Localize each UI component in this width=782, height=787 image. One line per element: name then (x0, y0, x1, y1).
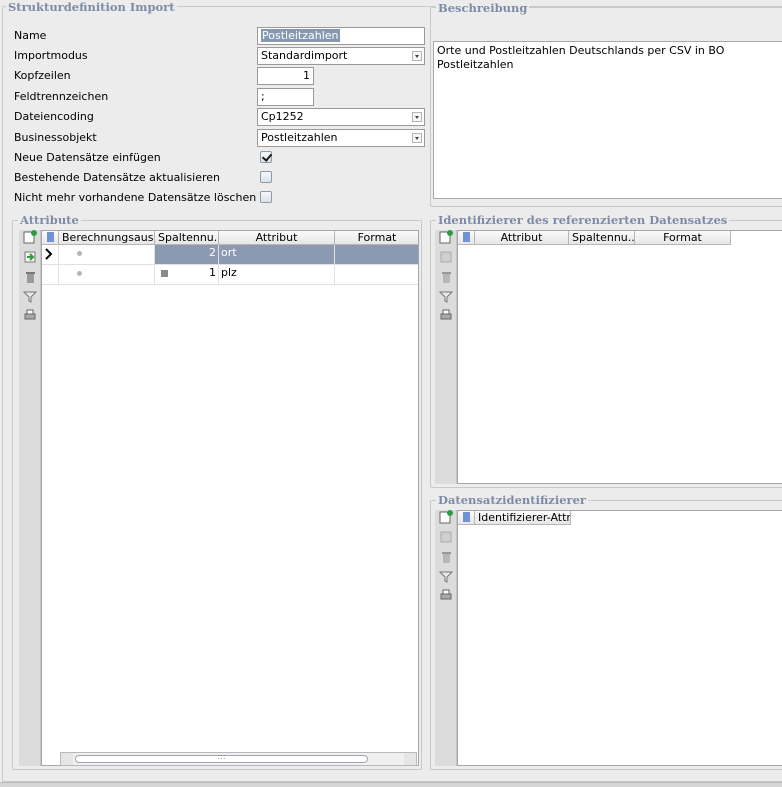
datensatz-select-all-header[interactable] (458, 511, 475, 525)
identifizierer-table[interactable]: Attribut Spaltennu... Format (457, 230, 782, 484)
delete-icon (442, 272, 451, 283)
attribut-cell[interactable]: plz (219, 265, 335, 285)
import-icon (440, 251, 452, 263)
berechnung-cell[interactable] (59, 245, 168, 265)
dateiencoding-value: Cp1252 (261, 110, 304, 123)
dateiencoding-label: Dateiencoding (14, 110, 94, 123)
row-pointer-icon (45, 248, 53, 260)
main-group-title: Strukturdefinition Import (6, 0, 177, 14)
datensatz-title: Datensatzidentifizierer (436, 493, 588, 507)
attribute-title: Attribute (18, 213, 81, 227)
filter-icon[interactable] (439, 570, 453, 584)
identifizierer-select-all-header[interactable] (458, 231, 475, 245)
kopfzeilen-label: Kopfzeilen (14, 69, 71, 82)
column-header-format[interactable]: Format (335, 231, 418, 245)
identifizierer-title: Identifizierer des referenzierten Datens… (436, 213, 730, 227)
beschreibung-title: Beschreibung (436, 1, 530, 15)
bestehende-datensaetze-checkbox[interactable] (260, 171, 272, 183)
format-cell[interactable] (335, 265, 418, 285)
datensatz-table[interactable]: Identifizierer-Attri... (457, 510, 782, 766)
importmodus-label: Importmodus (14, 49, 88, 62)
kopfzeilen-field[interactable]: 1 (257, 67, 314, 85)
row-pointer-cell (42, 265, 59, 285)
column-header-attribut[interactable]: Attribut (475, 231, 569, 245)
bestehende-datensaetze-label: Bestehende Datensätze aktualisieren (14, 171, 220, 184)
berechnung-cell[interactable] (59, 265, 168, 285)
import-icon[interactable] (23, 250, 37, 264)
status-dot-icon (77, 271, 82, 276)
delete-icon[interactable] (23, 270, 37, 284)
neue-datensaetze-label: Neue Datensätze einfügen (14, 151, 161, 164)
column-chooser-icon[interactable] (462, 232, 471, 242)
column-chooser-icon[interactable] (462, 512, 471, 522)
print-icon[interactable] (23, 308, 37, 322)
filter-icon[interactable] (23, 290, 37, 304)
column-chooser-icon[interactable] (46, 232, 55, 242)
print-icon[interactable] (439, 308, 453, 322)
businessobjekt-value: Postleitzahlen (261, 131, 338, 144)
spaltennummer-cell[interactable]: 1 (155, 265, 219, 285)
feldtrennzeichen-field[interactable]: ; (257, 88, 314, 106)
delete-icon (442, 552, 451, 563)
spaltennummer-cell[interactable]: 2 (155, 245, 219, 265)
table-row[interactable]: 2 ort (42, 245, 418, 265)
format-cell[interactable] (335, 245, 418, 265)
loeschen-label: Nicht mehr vorhandene Datensätze löschen (14, 191, 257, 204)
column-header-format[interactable]: Format (635, 231, 731, 245)
column-header-spaltennummer[interactable]: Spaltennu... (569, 231, 635, 245)
scroll-left-button[interactable] (61, 753, 73, 765)
attribut-cell[interactable]: ort (219, 245, 335, 265)
feldtrennzeichen-label: Feldtrennzeichen (14, 90, 109, 103)
businessobjekt-select[interactable]: Postleitzahlen (257, 129, 425, 147)
column-header-attribut[interactable]: Attribut (219, 231, 335, 245)
attribute-table[interactable]: Berechnungsaus... Spaltennu... Attribut … (41, 230, 419, 766)
scroll-thumb[interactable] (75, 755, 368, 763)
attribute-toolbar (19, 230, 41, 766)
datensatz-toolbar (435, 510, 457, 766)
table-row[interactable]: 1 plz (42, 265, 418, 285)
column-header-spaltennummer[interactable]: Spaltennu... (155, 231, 219, 245)
chevron-down-icon[interactable] (412, 51, 422, 61)
status-bar (0, 782, 782, 787)
name-field[interactable]: Postleitzahlen (257, 27, 425, 45)
print-icon[interactable] (439, 588, 453, 602)
filter-icon[interactable] (439, 290, 453, 304)
chevron-down-icon[interactable] (412, 133, 422, 143)
importmodus-select[interactable]: Standardimport (257, 47, 425, 65)
new-row-icon[interactable] (439, 510, 453, 524)
beschreibung-textarea[interactable]: Orte und Postleitzahlen Deutschlands per… (433, 41, 782, 199)
attribute-hscrollbar[interactable] (60, 752, 417, 766)
loeschen-checkbox[interactable] (260, 191, 272, 203)
attribute-select-all-header[interactable] (42, 231, 59, 245)
new-row-icon[interactable] (439, 230, 453, 244)
importmodus-value: Standardimport (261, 49, 348, 62)
identifizierer-toolbar (435, 230, 457, 484)
name-field-value: Postleitzahlen (261, 29, 340, 42)
import-icon (440, 531, 452, 543)
new-row-icon[interactable] (23, 230, 37, 244)
neue-datensaetze-checkbox[interactable] (260, 151, 272, 163)
column-header-identifizierer-attribut[interactable]: Identifizierer-Attri... (475, 511, 571, 525)
dateiencoding-select[interactable]: Cp1252 (257, 108, 425, 126)
column-header-berechnung[interactable]: Berechnungsaus... (59, 231, 155, 245)
status-dot-icon (77, 251, 82, 256)
businessobjekt-label: Businessobjekt (14, 131, 97, 144)
scroll-right-button[interactable] (404, 753, 416, 765)
row-pointer-cell (42, 245, 59, 265)
name-label: Name (14, 29, 47, 42)
chevron-down-icon[interactable] (412, 112, 422, 122)
